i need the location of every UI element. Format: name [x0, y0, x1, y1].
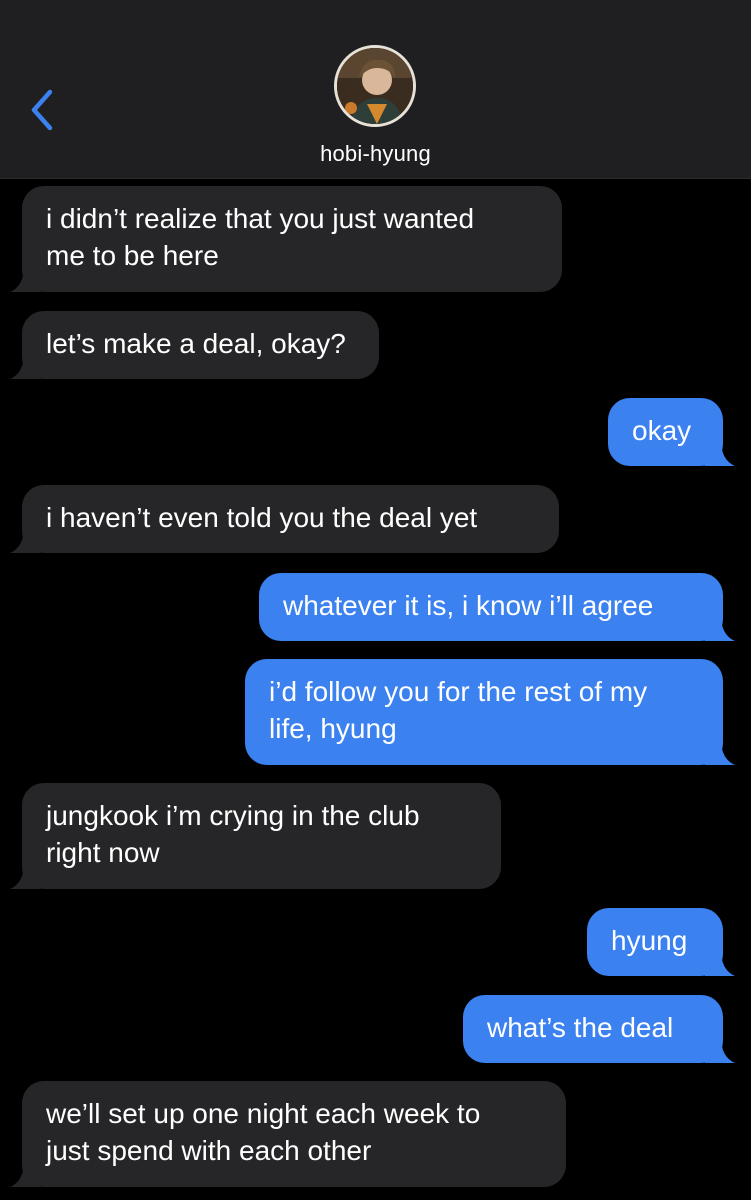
message-text: what’s the deal	[487, 1012, 674, 1043]
message-bubble-outgoing[interactable]: whatever it is, i know i’ll agree	[259, 573, 735, 641]
message-text: jungkook i’m crying in the club right no…	[46, 800, 420, 868]
message-text: okay	[632, 415, 692, 446]
message-bubble-incoming[interactable]: we’ll set up one night each week to just…	[10, 1081, 566, 1187]
message-text: i didn’t realize that you just wanted me…	[46, 203, 475, 271]
message-bubble-incoming[interactable]: i didn’t realize that you just wanted me…	[10, 186, 562, 292]
message-text: hyung	[611, 925, 688, 956]
contact-name[interactable]: hobi-hyung	[0, 141, 751, 167]
message-text: i’d follow you for the rest of my life, …	[269, 676, 648, 744]
chevron-left-icon[interactable]	[28, 86, 58, 134]
message-bubble-outgoing[interactable]: i’d follow you for the rest of my life, …	[245, 659, 735, 765]
message-bubble-incoming[interactable]: jungkook i’m crying in the club right no…	[10, 783, 501, 889]
message-bubble-incoming[interactable]: let’s make a deal, okay?	[10, 311, 379, 379]
message-bubble-outgoing[interactable]: what’s the deal	[463, 995, 735, 1063]
message-text: let’s make a deal, okay?	[46, 328, 346, 359]
message-bubble-outgoing[interactable]: hyung	[587, 908, 735, 976]
message-text: i haven’t even told you the deal yet	[46, 502, 478, 533]
conversation-header: hobi-hyung	[0, 0, 751, 179]
avatar[interactable]	[334, 45, 416, 127]
message-text: we’ll set up one night each week to just…	[46, 1098, 481, 1166]
message-thread: i didn’t realize that you just wanted me…	[0, 178, 751, 1200]
message-bubble-incoming[interactable]: i haven’t even told you the deal yet	[10, 485, 559, 553]
message-bubble-outgoing[interactable]: okay	[608, 398, 735, 466]
message-text: whatever it is, i know i’ll agree	[283, 590, 654, 621]
